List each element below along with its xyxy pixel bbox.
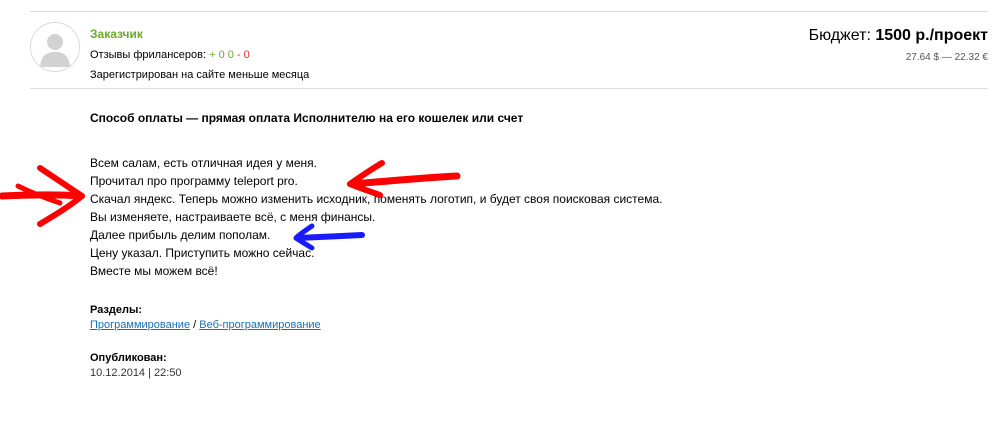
red-arrow-left-icon — [0, 165, 85, 227]
customer-name-link[interactable]: Заказчик — [90, 27, 143, 41]
project-description: Всем салам, есть отличная идея у меня. П… — [90, 154, 970, 280]
description-line: Скачал яндекс. Теперь можно изменить исх… — [90, 192, 663, 206]
published-label: Опубликован: — [90, 352, 167, 364]
budget-conversion: 27.64 $ — 22.32 € — [905, 52, 988, 63]
reviews-positive[interactable]: + 0 — [209, 49, 225, 61]
payment-method: Способ оплаты — прямая оплата Исполнител… — [90, 111, 524, 125]
registration-status: Зарегистрирован на сайте меньше месяца — [90, 69, 310, 81]
customer-info: Заказчик Отзывы фрилансеров: + 0 0 - 0 З… — [90, 24, 309, 85]
description-line: Цену указал. Приступить можно сейчас. — [90, 246, 315, 260]
budget-label: Бюджет: — [808, 27, 871, 44]
description-line: Вы изменяете, настраиваете всё, с меня ф… — [90, 210, 376, 224]
project-header: Заказчик Отзывы фрилансеров: + 0 0 - 0 З… — [30, 12, 988, 89]
description-line: Вместе мы можем всё! — [90, 264, 218, 278]
description-line: Всем салам, есть отличная идея у меня. — [90, 156, 317, 170]
reviews-neutral[interactable]: 0 — [228, 49, 234, 61]
published-date: 10.12.2014 | 22:50 — [90, 367, 182, 379]
sections-links: Программирование / Веб-программирование — [90, 318, 970, 332]
user-silhouette-icon — [31, 23, 79, 71]
section-separator: / — [190, 319, 200, 331]
budget-block: Бюджет: 1500 р./проект 27.64 $ — 22.32 € — [809, 26, 988, 63]
reviews-label: Отзывы фрилансеров: — [90, 49, 207, 61]
description-line: Прочитал про программу teleport pro. — [90, 174, 298, 188]
reviews-line: Отзывы фрилансеров: + 0 0 - 0 — [90, 45, 309, 65]
section-link-programming[interactable]: Программирование — [90, 319, 190, 331]
project-page: Заказчик Отзывы фрилансеров: + 0 0 - 0 З… — [0, 0, 1006, 421]
section-link-web-programming[interactable]: Веб-программирование — [199, 319, 320, 331]
sections-label: Разделы: — [90, 304, 143, 316]
budget-value: 1500 р./проект — [875, 27, 988, 44]
reviews-negative[interactable]: - 0 — [237, 49, 250, 61]
avatar[interactable] — [30, 22, 80, 72]
project-content: Способ оплаты — прямая оплата Исполнител… — [90, 110, 970, 380]
description-line: Далее прибыль делим пополам. — [90, 228, 271, 242]
